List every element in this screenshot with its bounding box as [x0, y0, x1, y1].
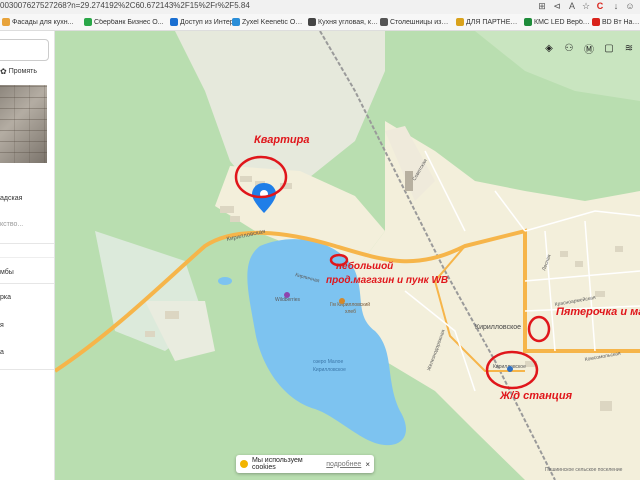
- cookie-icon: [240, 460, 248, 468]
- shop-annotation: небольшой: [336, 261, 394, 272]
- address-bar[interactable]: 003007627527268?n=29.274192%2C60.672143%…: [0, 0, 640, 15]
- divider: [0, 243, 54, 244]
- shop-label: хлеб: [345, 309, 356, 315]
- metro-icon[interactable]: Ⓜ: [582, 41, 596, 56]
- pond: [218, 277, 232, 285]
- map-svg[interactable]: Кирилловская Wildberries Гм Кирилловский…: [55, 31, 640, 480]
- url-text[interactable]: 003007627527268?n=29.274192%2C60.672143%…: [0, 1, 250, 10]
- sidebar-panel: ✿ Промять адская кство... мбы рка я а ⇆ …: [0, 31, 55, 480]
- cookie-text: Мы используем cookies: [252, 457, 303, 471]
- divider: [0, 257, 54, 258]
- lake-label: Кирилловское: [313, 367, 346, 373]
- map-canvas[interactable]: Кирилловская Wildberries Гм Кирилловский…: [55, 31, 640, 480]
- close-icon[interactable]: ×: [365, 460, 370, 469]
- apartment-annotation: Квартира: [254, 134, 310, 146]
- bookmark-favicon-icon: [308, 18, 316, 26]
- bookmark-item[interactable]: КМС LED Вербл-1 |...: [524, 17, 590, 27]
- bookmark-star-icon[interactable]: ☆: [580, 1, 592, 12]
- map-toolbar: ◈ ⚇ Ⓜ ▢ ≋: [542, 41, 636, 57]
- bookmark-favicon-icon: [456, 18, 464, 26]
- download-icon[interactable]: ↓: [610, 1, 622, 11]
- shop-label: Гм Кирилловский: [330, 301, 370, 308]
- sidebar-item[interactable]: мбы: [0, 269, 14, 276]
- bookmark-item[interactable]: Zyxel Keenetic Omn...: [232, 17, 304, 27]
- bookmark-favicon-icon: [380, 18, 388, 26]
- extension-icon[interactable]: C: [594, 1, 606, 11]
- building-photo[interactable]: [0, 85, 47, 163]
- sidebar-item[interactable]: рка: [0, 294, 11, 301]
- panorama-button[interactable]: ✿ Промять: [0, 67, 37, 76]
- cookie-more-link[interactable]: подробнее: [326, 461, 361, 468]
- bookmark-item[interactable]: Сбербанк Бизнес О...: [84, 17, 164, 27]
- profile-icon[interactable]: ☺: [624, 1, 636, 11]
- station-annotation: Ж/д станция: [500, 390, 573, 402]
- divider: [0, 283, 54, 284]
- lake-label: озеро Малое: [313, 359, 343, 365]
- bookmark-favicon-icon: [524, 18, 532, 26]
- reader-icon[interactable]: ⊞: [536, 1, 548, 12]
- layers-icon[interactable]: ◈: [542, 41, 556, 55]
- village-label: Кирилловское: [475, 324, 521, 331]
- bookmark-favicon-icon: [2, 18, 10, 26]
- sidebar-item[interactable]: а: [0, 349, 4, 356]
- bookmark-item[interactable]: ДЛЯ ПАРТНЕРОВ: [456, 17, 518, 27]
- bookmark-favicon-icon: [84, 18, 92, 26]
- sidebar-text: адская: [0, 195, 23, 202]
- sidebar-search-input[interactable]: [0, 39, 49, 61]
- bookmark-item[interactable]: BD Bт Наствч: [592, 17, 640, 27]
- share-icon[interactable]: ⊲: [551, 1, 563, 12]
- people-icon[interactable]: ⚇: [562, 41, 576, 55]
- bookmark-item[interactable]: Столешницы из ма...: [380, 17, 450, 27]
- panorama-icon: ✿: [0, 67, 7, 76]
- shop-annotation: прод.магазин и пунк WB: [326, 275, 449, 286]
- divider: [0, 369, 54, 370]
- transport-icon[interactable]: ▢: [602, 41, 616, 55]
- stack-icon[interactable]: ≋: [622, 41, 636, 55]
- cookie-banner: Мы используем cookies подробнее ×: [236, 455, 374, 473]
- pyaterochka-annotation: Пятерочка и ма: [556, 306, 640, 318]
- bookmarks-bar: Фасады для кухн... Сбербанк Бизнес О... …: [0, 14, 640, 31]
- bookmark-favicon-icon: [232, 18, 240, 26]
- bookmark-favicon-icon: [170, 18, 178, 26]
- translate-icon[interactable]: A: [566, 1, 578, 11]
- shop-marker[interactable]: [339, 298, 345, 304]
- wildberries-marker[interactable]: [284, 292, 290, 298]
- sidebar-item[interactable]: я: [0, 322, 4, 329]
- bookmark-favicon-icon: [592, 18, 600, 26]
- station-marker[interactable]: [507, 366, 513, 372]
- sidebar-text: кство...: [0, 221, 24, 228]
- area-label: Пашиинское сельское поселение: [545, 467, 623, 473]
- bookmark-item[interactable]: Кухня угловая, кух...: [308, 17, 378, 27]
- bookmark-item[interactable]: Фасады для кухн...: [2, 17, 74, 27]
